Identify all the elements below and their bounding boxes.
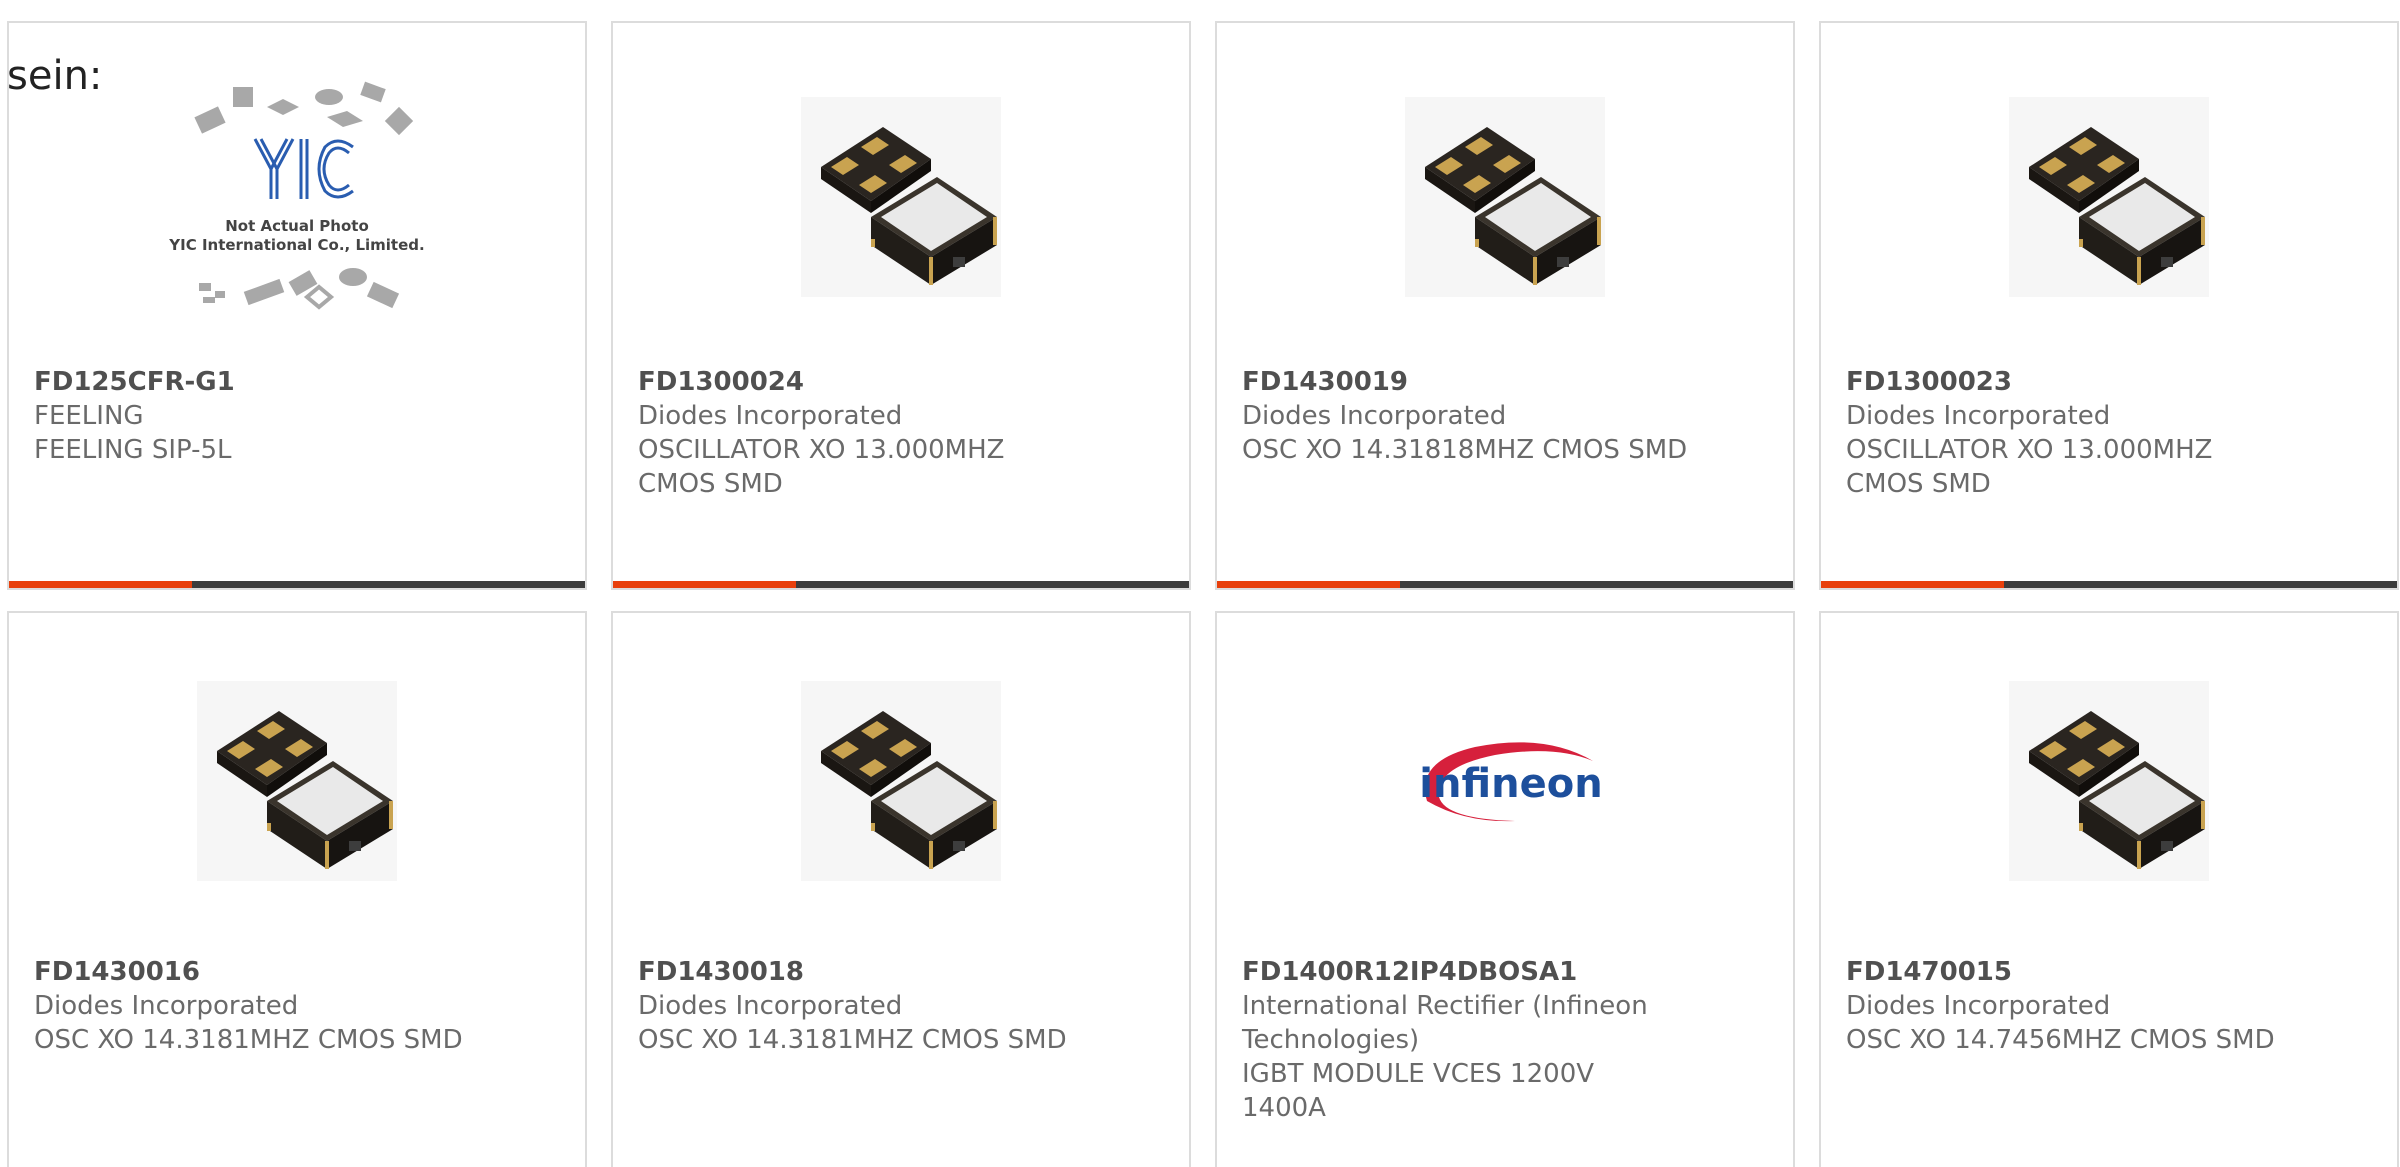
part-number[interactable]: FD1300023 [1846,365,2372,399]
product-info: FD1430019 Diodes Incorporated OSC XO 14.… [1242,365,1768,467]
product-card[interactable]: infineon FD1400R12IP4DBOSA1 Internationa… [1215,611,1795,1167]
crystal-oscillator-image[interactable] [1405,97,1605,297]
product-card[interactable]: FD1470015 Diodes Incorporated OSC XO 14.… [1819,611,2399,1167]
part-number[interactable]: FD1470015 [1846,955,2372,989]
card-accent-bar [1217,581,1400,588]
manufacturer: Diodes Incorporated [34,991,299,1021]
description: OSC XO 14.7456MHZ CMOS SMD [1846,1025,2275,1055]
description: OSC XO 14.3181MHZ CMOS SMD [34,1025,463,1055]
product-info: FD1430018 Diodes Incorporated OSC XO 14.… [638,955,1164,1057]
card-bottom-bar [1821,581,2397,588]
card-accent-bar [1821,581,2004,588]
manufacturer: Diodes Incorporated [1242,401,1507,431]
card-bottom-bar [1217,581,1793,588]
product-card[interactable]: FD1430018 Diodes Incorporated OSC XO 14.… [611,611,1191,1167]
crystal-oscillator-image[interactable] [2009,681,2209,881]
crystal-oscillator-image[interactable] [801,97,1001,297]
product-info: FD125CFR-G1 FEELING FEELING SIP-5L [34,365,560,467]
manufacturer: FEELING [34,401,144,431]
product-info: FD1300024 Diodes Incorporated OSCILLATOR… [638,365,1164,501]
card-bottom-bar [9,581,585,588]
description: OSCILLATOR XO 13.000MHZ [1846,435,2213,465]
part-number[interactable]: FD1430016 [34,955,560,989]
crystal-oscillator-image[interactable] [197,681,397,881]
description: FEELING SIP-5L [34,435,232,465]
manufacturer: Diodes Incorporated [638,991,903,1021]
product-info: FD1300023 Diodes Incorporated OSCILLATOR… [1846,365,2372,501]
card-accent-bar [9,581,192,588]
part-number[interactable]: FD125CFR-G1 [34,365,560,399]
card-accent-bar [613,581,796,588]
description: OSCILLATOR XO 13.000MHZ [638,435,1005,465]
infineon-logo-image[interactable]: infineon [1405,681,1605,881]
manufacturer: International Rectifier (Infineon [1242,991,1648,1021]
description-continued: CMOS SMD [638,469,783,499]
placeholder-line1: Not Actual Photo [225,217,369,235]
part-number[interactable]: FD1430018 [638,955,1164,989]
description-continued: 1400A [1242,1093,1326,1123]
description: OSC XO 14.3181MHZ CMOS SMD [638,1025,1067,1055]
product-info: FD1400R12IP4DBOSA1 International Rectifi… [1242,955,1768,1125]
manufacturer: Diodes Incorporated [1846,991,2111,1021]
product-card[interactable]: FD1300023 Diodes Incorporated OSCILLATOR… [1819,21,2399,590]
product-info: FD1430016 Diodes Incorporated OSC XO 14.… [34,955,560,1057]
description: IGBT MODULE VCES 1200V [1242,1059,1595,1089]
manufacturer-continued: Technologies) [1242,1025,1420,1055]
description: OSC XO 14.31818MHZ CMOS SMD [1242,435,1688,465]
product-card[interactable]: FD1430019 Diodes Incorporated OSC XO 14.… [1215,21,1795,590]
part-number[interactable]: FD1300024 [638,365,1164,399]
yic-placeholder-image[interactable]: Not Actual Photo YIC International Co., … [167,71,427,331]
clipped-heading-text: sein: [7,53,103,99]
crystal-oscillator-image[interactable] [2009,97,2209,297]
crystal-oscillator-image[interactable] [801,681,1001,881]
manufacturer: Diodes Incorporated [1846,401,2111,431]
product-card[interactable]: FD1430016 Diodes Incorporated OSC XO 14.… [7,611,587,1167]
placeholder-line2: YIC International Co., Limited. [168,236,424,254]
product-card[interactable]: FD1300024 Diodes Incorporated OSCILLATOR… [611,21,1191,590]
product-grid: Not Actual Photo YIC International Co., … [0,0,2400,1167]
product-info: FD1470015 Diodes Incorporated OSC XO 14.… [1846,955,2372,1057]
card-bottom-bar [613,581,1189,588]
product-card[interactable]: Not Actual Photo YIC International Co., … [7,21,587,590]
description-continued: CMOS SMD [1846,469,1991,499]
infineon-logo-text: infineon [1419,761,1602,807]
part-number[interactable]: FD1430019 [1242,365,1768,399]
manufacturer: Diodes Incorporated [638,401,903,431]
part-number[interactable]: FD1400R12IP4DBOSA1 [1242,955,1768,989]
